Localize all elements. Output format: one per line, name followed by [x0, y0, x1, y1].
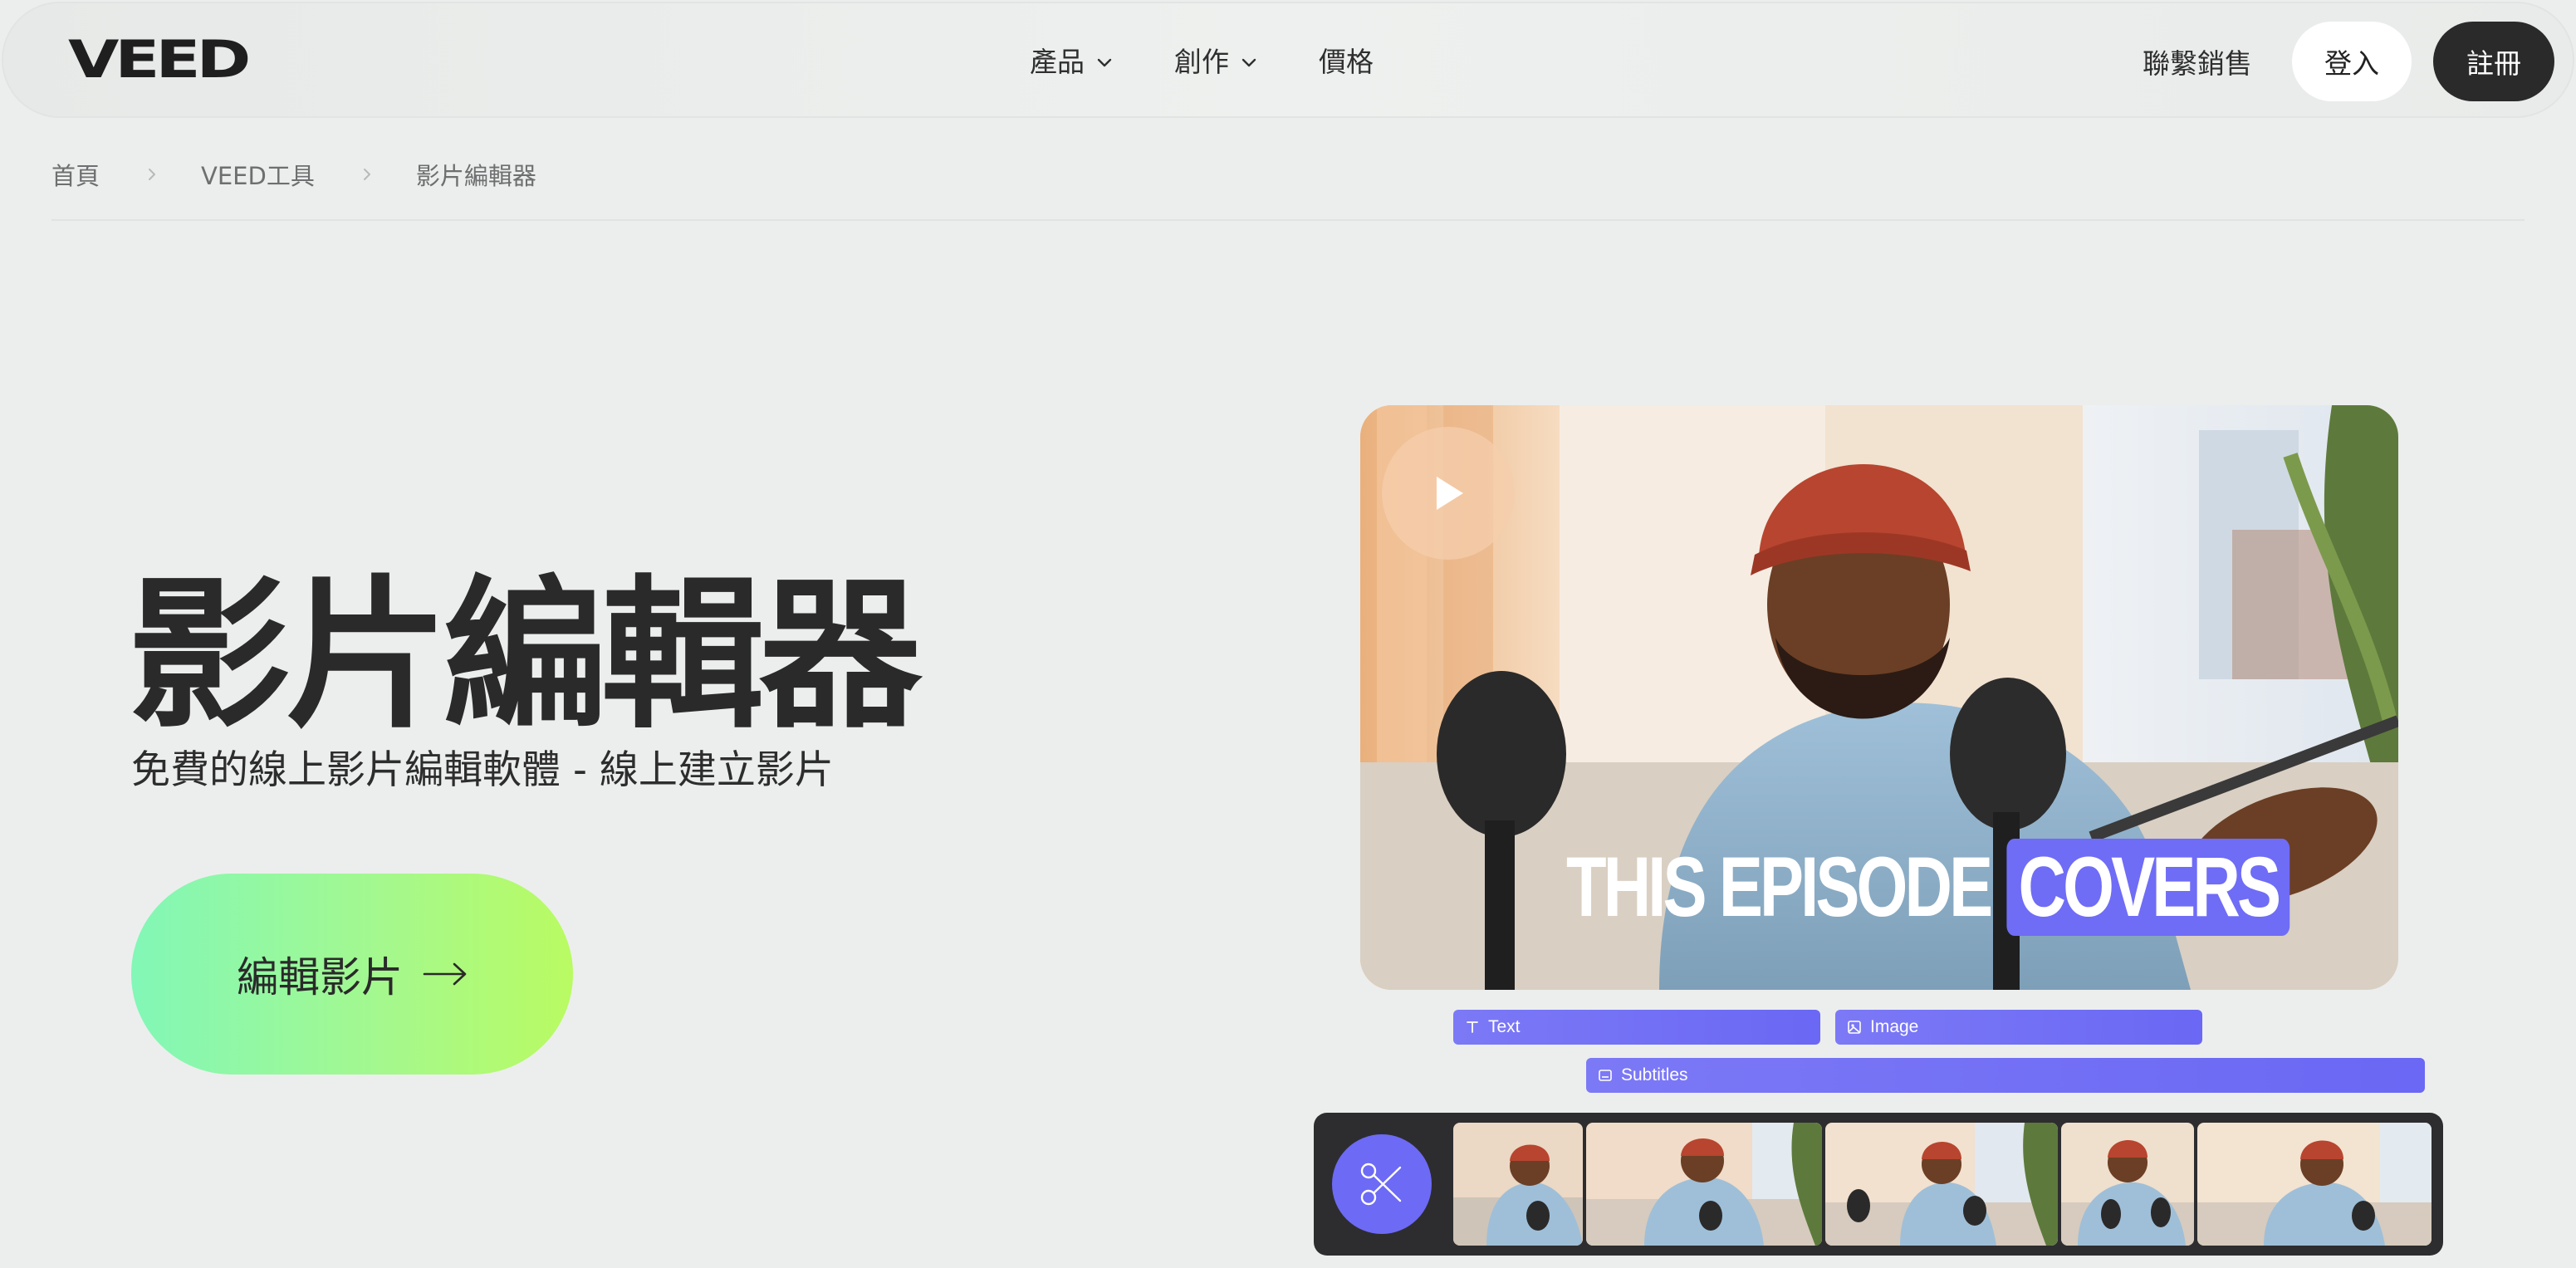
frame-thumbnail [1453, 1123, 1583, 1246]
scissors-icon [1360, 1163, 1402, 1206]
caption-highlight: COVERS [2006, 838, 2290, 936]
track-label: Subtitles [1621, 1065, 1688, 1084]
frame-thumbnail [1825, 1123, 2058, 1246]
caption-text: THIS EPISODE [1566, 839, 1993, 934]
contact-sales-link[interactable]: 聯繫銷售 [2143, 42, 2252, 81]
nav-actions: 聯繫銷售 登入 註冊 [2143, 20, 2554, 103]
page-subtitle: 免費的線上影片編輯軟體 - 線上建立影片 [131, 747, 834, 793]
arrow-right-icon [423, 962, 467, 986]
nav-item-products[interactable]: 產品 [1030, 42, 1114, 83]
top-navbar: VEED 產品 創作 價格 聯繫銷售 登入 註冊 [2, 2, 2574, 118]
timeline-frame[interactable] [1586, 1123, 1822, 1246]
video-caption: THIS EPISODE COVERS [1566, 837, 2290, 937]
track-subtitles[interactable]: Subtitles [1586, 1058, 2425, 1093]
timeline-frame[interactable] [1825, 1123, 2058, 1246]
frame-thumbnail [2197, 1123, 2432, 1246]
chevron-down-icon [1241, 58, 1256, 67]
nav-item-label: 價格 [1319, 46, 1374, 78]
nav-item-create[interactable]: 創作 [1174, 42, 1259, 83]
frame-thumbnail [2061, 1123, 2194, 1246]
track-image[interactable]: Image [1835, 1010, 2202, 1045]
breadcrumb-home[interactable]: 首頁 [51, 157, 100, 192]
timeline-frame[interactable] [1453, 1123, 1583, 1246]
chevron-right-icon [149, 169, 156, 180]
nav-item-pricing[interactable]: 價格 [1319, 42, 1374, 83]
video-preview[interactable]: THIS EPISODE COVERS [1360, 405, 2398, 990]
breadcrumb-tools[interactable]: VEED工具 [201, 157, 315, 192]
breadcrumb-current: 影片編輯器 [415, 162, 536, 190]
track-text[interactable]: Text [1453, 1010, 1820, 1045]
track-label: Image [1870, 1017, 1919, 1036]
image-icon [1848, 1021, 1861, 1034]
nav-item-label: 創作 [1174, 46, 1229, 78]
edit-video-button[interactable]: 編輯影片 [131, 874, 573, 1075]
login-button[interactable]: 登入 [2292, 22, 2412, 101]
track-label: Text [1488, 1017, 1521, 1036]
timeline-frames [1453, 1123, 2432, 1246]
chevron-right-icon [363, 169, 370, 180]
signup-button[interactable]: 註冊 [2433, 22, 2554, 101]
chevron-down-icon [1097, 58, 1112, 67]
play-button[interactable] [1382, 427, 1515, 560]
timeline [1314, 1113, 2443, 1256]
timeline-frame[interactable] [2197, 1123, 2432, 1246]
play-icon [1437, 477, 1463, 510]
frame-thumbnail [1586, 1123, 1822, 1246]
breadcrumb: 首頁 VEED工具 影片編輯器 [51, 156, 536, 193]
divider [51, 219, 2525, 221]
timeline-frame[interactable] [2061, 1123, 2194, 1246]
veed-logo[interactable]: VEED [68, 33, 251, 86]
cta-label: 編輯影片 [237, 953, 403, 1001]
text-icon [1467, 1021, 1478, 1033]
page-title: 影片編輯器 [128, 561, 922, 751]
cut-button[interactable] [1332, 1134, 1432, 1234]
subtitles-icon [1599, 1070, 1612, 1081]
main-nav: 產品 創作 價格 [1030, 42, 1374, 83]
nav-item-label: 產品 [1030, 46, 1085, 78]
